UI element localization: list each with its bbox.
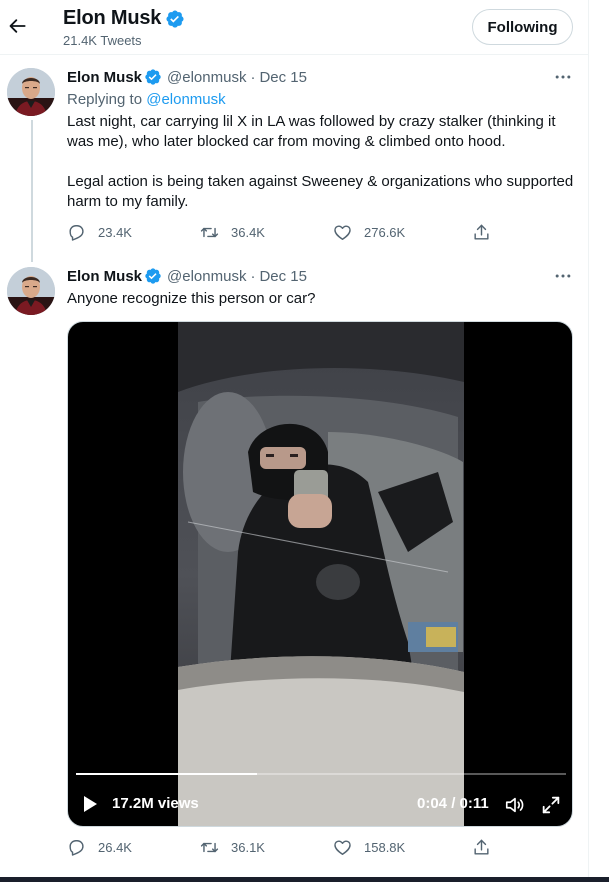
author-name[interactable]: Elon Musk	[67, 268, 142, 285]
more-dots-icon	[553, 266, 573, 286]
verified-badge-icon	[165, 9, 185, 29]
time-separator: /	[447, 795, 460, 812]
video-frame	[178, 322, 464, 826]
tweet-header: Elon Musk @elonmusk · Dec 15	[67, 68, 307, 86]
tweet-date[interactable]: Dec 15	[259, 268, 307, 285]
avatar[interactable]	[7, 267, 55, 315]
header-title: Elon Musk	[63, 7, 185, 30]
duration: 0:11	[459, 795, 489, 812]
separator-dot: ·	[250, 267, 256, 285]
video-progress-bar[interactable]	[76, 773, 566, 775]
reply-icon	[67, 223, 86, 242]
reply-count: 26.4K	[98, 840, 132, 855]
video-time: 0:04 / 0:11	[417, 795, 489, 812]
avatar[interactable]	[7, 68, 55, 116]
retweet-count: 36.1K	[231, 840, 265, 855]
header-name: Elon Musk	[63, 7, 162, 29]
retweet-button[interactable]: 36.4K	[200, 223, 265, 242]
reply-button[interactable]: 26.4K	[67, 838, 132, 857]
heart-icon	[333, 838, 352, 857]
column-divider	[588, 0, 589, 882]
reply-count: 23.4K	[98, 225, 132, 240]
volume-icon	[505, 797, 524, 813]
tweet-text: Anyone recognize this person or car?	[67, 290, 316, 307]
verified-badge-icon	[144, 267, 162, 285]
following-button[interactable]: Following	[472, 9, 573, 45]
fullscreen-button[interactable]	[540, 794, 562, 816]
replying-to: Replying to @elonmusk	[67, 91, 226, 108]
tweet-actions: 23.4K 36.4K 276.6K	[67, 223, 497, 245]
video-player[interactable]: 17.2M views 0:04 / 0:11	[67, 321, 573, 827]
play-icon	[84, 796, 97, 812]
volume-button[interactable]	[504, 794, 526, 816]
video-still-image	[178, 322, 464, 826]
tweet-header: Elon Musk @elonmusk · Dec 15	[67, 267, 307, 285]
author-handle[interactable]: @elonmusk	[167, 268, 246, 285]
share-icon	[472, 838, 491, 857]
taskbar-edge	[0, 877, 609, 882]
share-button[interactable]	[472, 223, 491, 242]
like-button[interactable]: 276.6K	[333, 223, 405, 242]
like-count: 158.8K	[364, 840, 406, 855]
tweet-count: 21.4K Tweets	[63, 33, 142, 48]
like-count: 276.6K	[364, 225, 406, 240]
retweet-icon	[200, 838, 219, 857]
more-dots-icon	[553, 67, 573, 87]
view-count: 17.2M views	[112, 795, 199, 812]
tweet-text: Last night, car carrying lil X in LA was…	[67, 113, 574, 210]
reply-icon	[67, 838, 86, 857]
arrow-left-icon	[9, 19, 26, 33]
retweet-icon	[200, 223, 219, 242]
tweet-actions: 26.4K 36.1K 158.8K	[67, 838, 497, 860]
replying-to-link[interactable]: @elonmusk	[146, 91, 225, 108]
profile-header: Elon Musk 21.4K Tweets Following	[0, 0, 588, 55]
author-name[interactable]: Elon Musk	[67, 69, 142, 86]
retweet-button[interactable]: 36.1K	[200, 838, 265, 857]
separator-dot: ·	[250, 68, 256, 86]
thread-connector-line	[31, 120, 33, 262]
tweet-date[interactable]: Dec 15	[259, 69, 307, 86]
back-button[interactable]	[4, 10, 32, 42]
twitter-thread-page: Elon Musk 21.4K Tweets Following Elon Mu…	[0, 0, 609, 882]
fullscreen-icon	[542, 796, 560, 814]
replying-prefix: Replying to	[67, 91, 143, 108]
heart-icon	[333, 223, 352, 242]
retweet-count: 36.4K	[231, 225, 265, 240]
author-handle[interactable]: @elonmusk	[167, 69, 246, 86]
more-options-button[interactable]	[549, 67, 577, 87]
current-time: 0:04	[417, 795, 448, 812]
video-progress-fill	[76, 773, 258, 775]
like-button[interactable]: 158.8K	[333, 838, 405, 857]
reply-button[interactable]: 23.4K	[67, 223, 132, 242]
share-icon	[472, 223, 491, 242]
play-button[interactable]	[80, 794, 100, 814]
verified-badge-icon	[144, 68, 162, 86]
share-button[interactable]	[472, 838, 491, 857]
more-options-button[interactable]	[549, 266, 577, 286]
